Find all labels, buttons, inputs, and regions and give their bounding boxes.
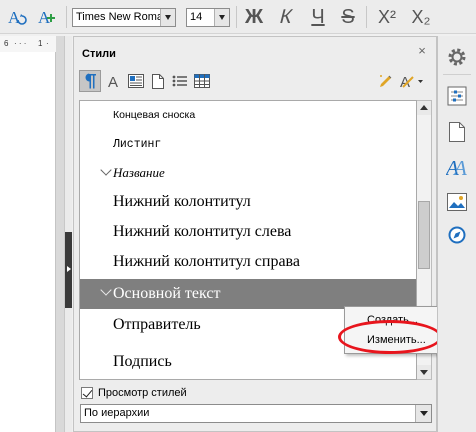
styles-panel: Стили × A A Концевая сноска Листинг Назв… xyxy=(73,36,437,432)
frame-styles-icon[interactable] xyxy=(125,70,147,92)
font-name-value: Times New Roman xyxy=(76,11,160,23)
bold-button[interactable]: Ж xyxy=(241,5,267,29)
style-filter-value: По иерархии xyxy=(84,407,150,419)
style-label: Нижний колонтитул слева xyxy=(113,223,292,240)
properties-icon[interactable] xyxy=(444,83,470,109)
character-styles-icon[interactable]: A xyxy=(103,70,125,92)
scroll-thumb[interactable] xyxy=(418,201,430,269)
navigator-icon[interactable] xyxy=(444,222,470,248)
superscript-button[interactable]: X² xyxy=(372,5,402,29)
gear-icon[interactable] xyxy=(444,44,470,70)
horizontal-ruler: 6 · · · 1 · xyxy=(0,36,58,52)
font-size-value: 14 xyxy=(190,11,203,23)
fill-format-icon[interactable] xyxy=(375,70,397,92)
style-label: Концевая сноска xyxy=(113,109,196,121)
deck-divider-line xyxy=(443,74,471,75)
collapse-handle[interactable] xyxy=(65,232,72,308)
style-label: Листинг xyxy=(113,137,162,151)
ruler-mark: · xyxy=(46,39,49,48)
chevron-down-icon[interactable] xyxy=(100,164,112,176)
style-label: Основной текст xyxy=(113,285,221,302)
style-family-toolbar: A A xyxy=(79,69,431,93)
list-item-selected[interactable]: Основной текст xyxy=(80,279,416,309)
italic-button[interactable]: К xyxy=(273,5,299,29)
style-label: Название xyxy=(113,165,165,180)
svg-text:A: A xyxy=(8,8,21,27)
style-context-menu: Создать... Изменить... xyxy=(344,306,439,354)
page-styles-icon[interactable] xyxy=(147,70,169,92)
sidebar-splitter[interactable] xyxy=(64,36,72,432)
list-item[interactable]: Концевая сноска xyxy=(80,101,416,129)
style-label: Нижний колонтитул xyxy=(113,193,251,210)
update-style-icon[interactable]: A xyxy=(4,5,30,29)
strikethrough-button[interactable]: S xyxy=(335,5,361,29)
scroll-up-icon[interactable] xyxy=(417,101,431,115)
page-icon[interactable] xyxy=(444,119,470,145)
menu-item-modify[interactable]: Изменить... xyxy=(345,330,438,350)
list-item[interactable]: Нижний колонтитул xyxy=(80,187,416,217)
page-background xyxy=(56,36,64,432)
svg-text:A: A xyxy=(108,74,118,89)
styles-actions-menu-icon[interactable]: A xyxy=(397,70,427,92)
panel-title: Стили xyxy=(82,48,116,60)
paragraph-styles-icon[interactable] xyxy=(79,70,101,92)
chevron-down-icon[interactable] xyxy=(415,405,431,422)
menu-item-new[interactable]: Создать... xyxy=(345,310,438,330)
ruler-mark: 1 xyxy=(38,39,43,48)
chevron-down-icon[interactable] xyxy=(214,9,229,26)
list-styles-icon[interactable] xyxy=(169,70,191,92)
underline-button[interactable]: Ч xyxy=(305,5,331,29)
ruler-mark: · · · xyxy=(14,39,27,48)
chevron-down-icon[interactable] xyxy=(160,9,175,26)
preview-styles-option[interactable]: Просмотр стилей xyxy=(81,385,187,401)
close-icon[interactable]: × xyxy=(415,44,429,58)
preview-styles-label: Просмотр стилей xyxy=(98,387,187,399)
formatting-toolbar: A A Times New Roman 14 Ж К Ч S X² X₂ xyxy=(0,0,476,34)
style-label: Подпись xyxy=(113,353,172,370)
document-page[interactable] xyxy=(0,52,56,432)
style-label: Нижний колонтитул справа xyxy=(113,253,300,270)
new-style-icon[interactable]: A xyxy=(34,5,60,29)
list-item[interactable]: Название xyxy=(80,159,416,187)
scroll-down-icon[interactable] xyxy=(417,365,431,379)
style-label: Отправитель xyxy=(113,316,201,333)
font-size-combo[interactable]: 14 xyxy=(186,8,230,27)
subscript-button[interactable]: X₂ xyxy=(406,5,436,29)
font-name-combo[interactable]: Times New Roman xyxy=(72,8,176,27)
svg-text:A: A xyxy=(452,156,467,178)
list-item[interactable]: Нижний колонтитул слева xyxy=(80,217,416,247)
gallery-icon[interactable] xyxy=(444,189,470,215)
styles-deck-icon[interactable]: AA xyxy=(444,154,470,180)
sidebar-deck: AA xyxy=(438,36,476,432)
italic-label: К xyxy=(277,5,295,28)
chevron-down-icon[interactable] xyxy=(100,284,112,296)
preview-styles-checkbox[interactable] xyxy=(81,387,93,399)
table-styles-icon[interactable] xyxy=(191,70,213,92)
ruler-mark: 6 xyxy=(4,39,9,48)
style-filter-combo[interactable]: По иерархии xyxy=(80,404,432,423)
list-item[interactable]: Листинг xyxy=(80,129,416,159)
list-item[interactable]: Нижний колонтитул справа xyxy=(80,247,416,277)
